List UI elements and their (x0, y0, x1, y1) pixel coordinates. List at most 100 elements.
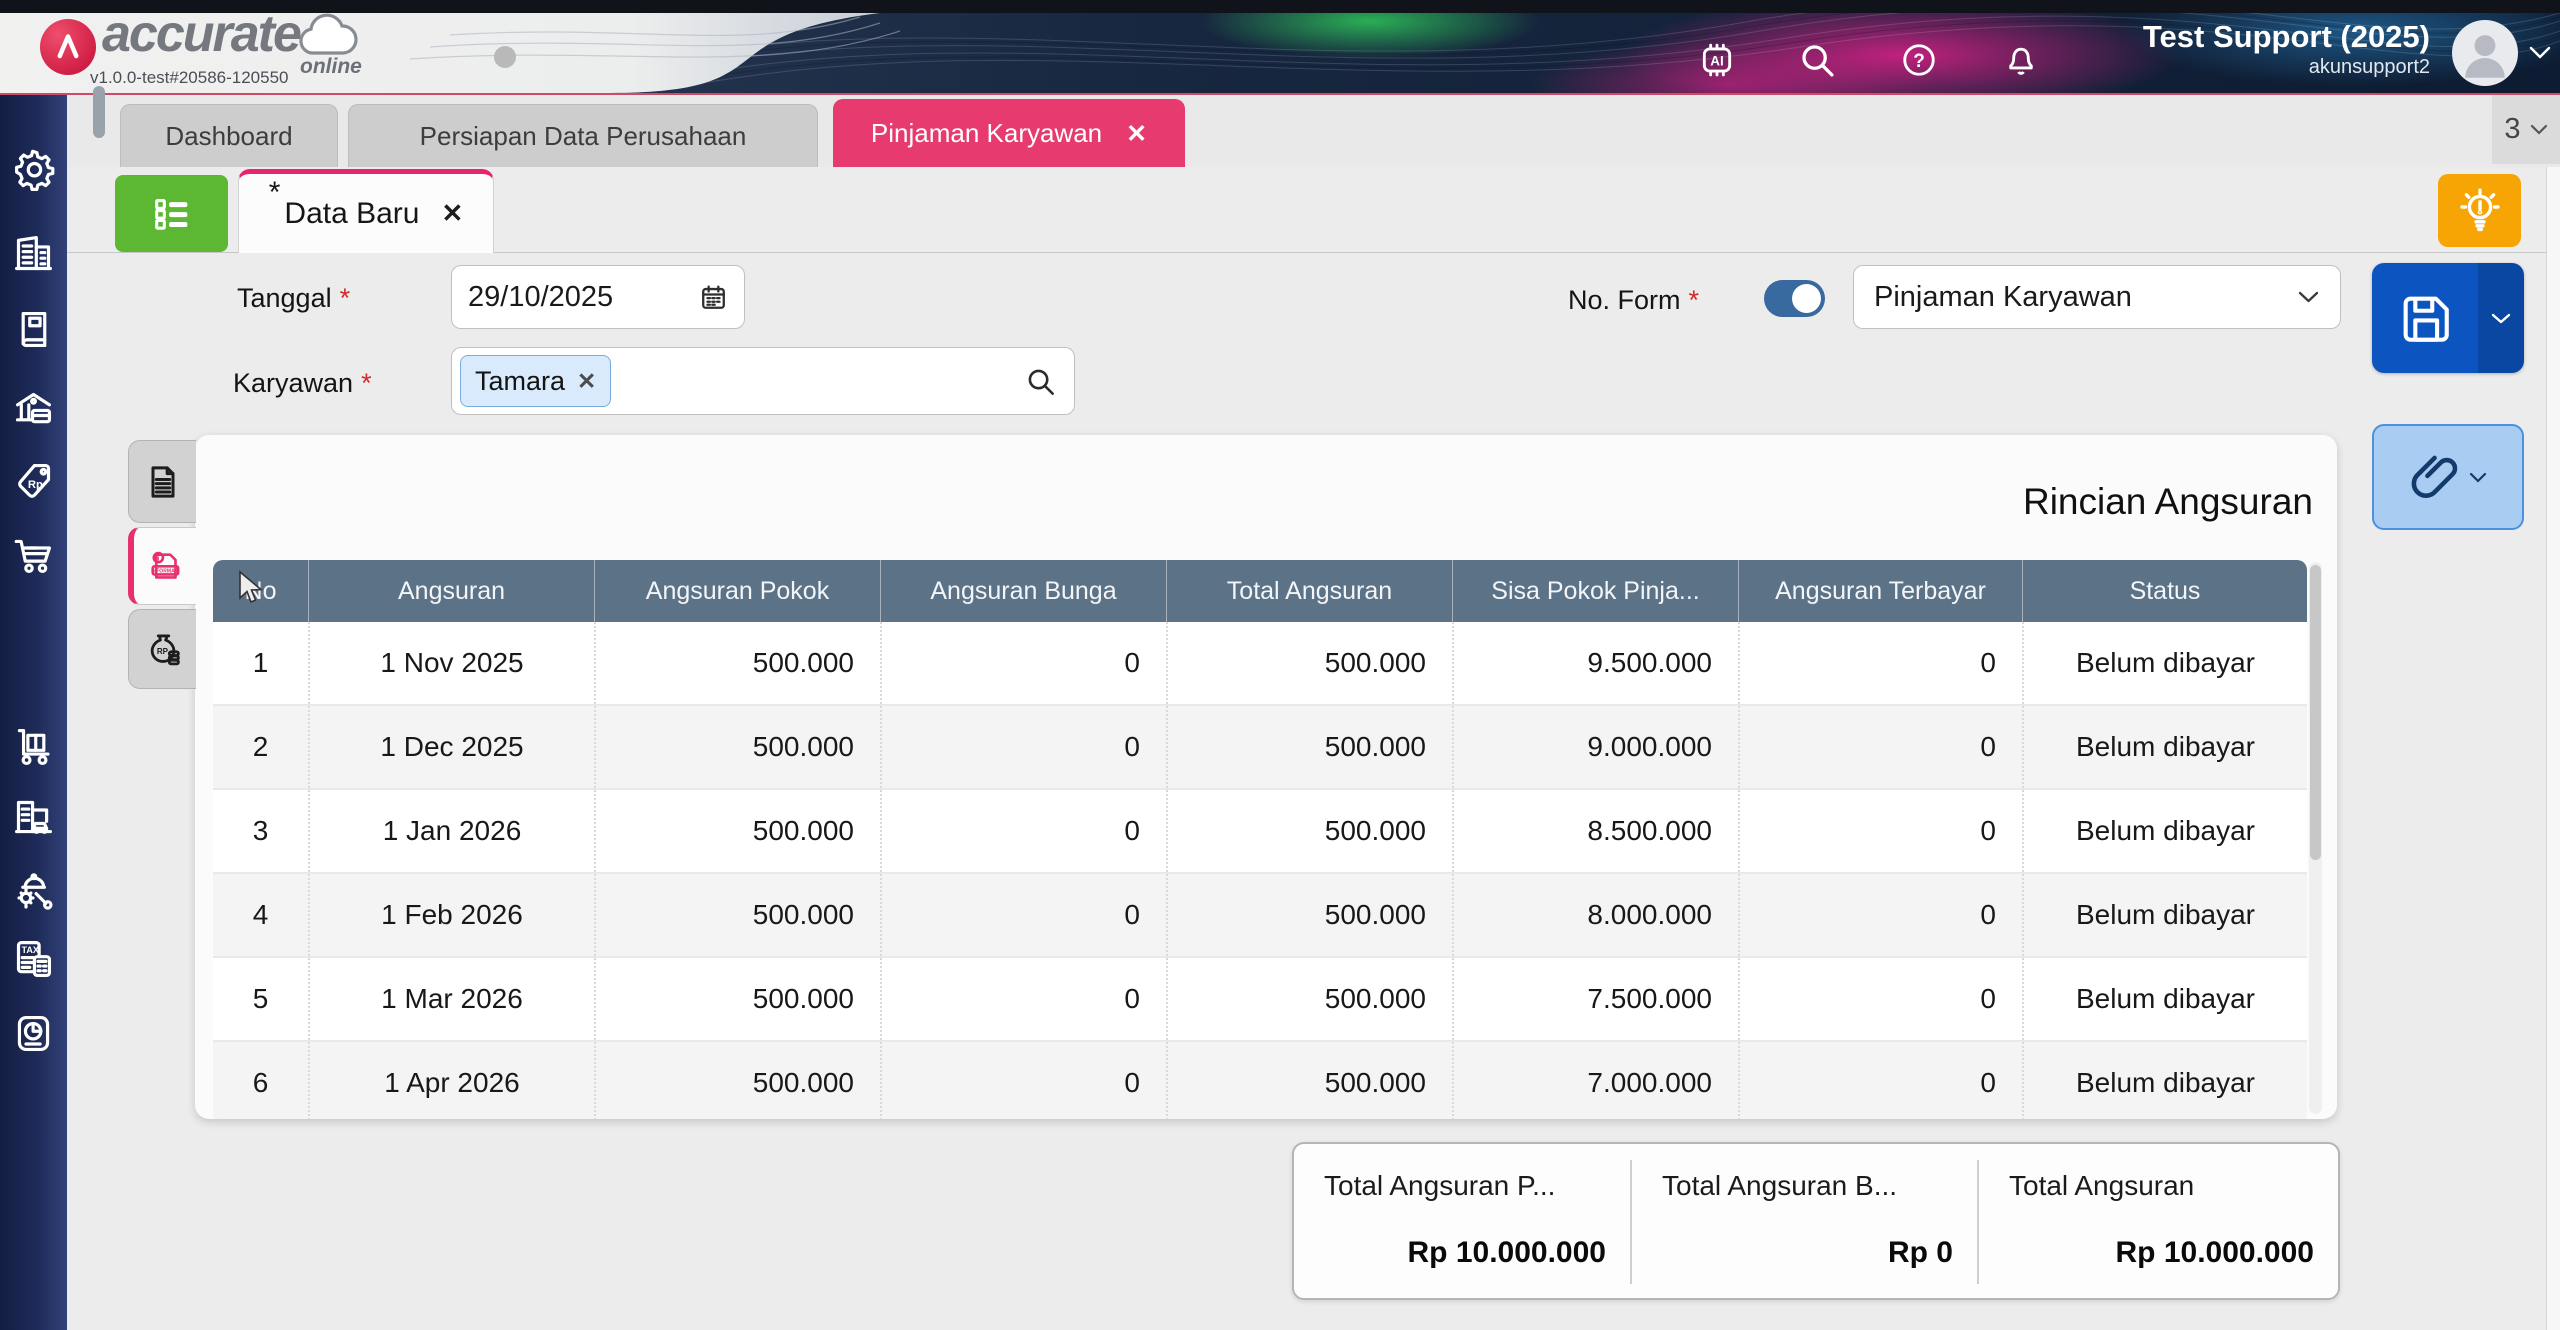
summary-value: Rp 0 (1888, 1236, 1953, 1270)
side-tab-informasi[interactable]: INFORMASI i (128, 527, 196, 605)
table-row[interactable]: 5 1 Mar 2026 500.000 0 500.000 7.500.000… (213, 958, 2307, 1042)
cell-angsuran-terbayar: 0 (1738, 706, 2022, 788)
attachment-button[interactable] (2372, 424, 2524, 530)
unsaved-marker: * (269, 176, 281, 210)
avatar[interactable] (2452, 20, 2518, 86)
cell-status: Belum dibayar (2022, 790, 2307, 872)
tanggal-value: 29/10/2025 (468, 281, 613, 314)
cell-angsuran-bunga: 0 (880, 958, 1166, 1040)
summary-label: Total Angsuran B... (1662, 1170, 1897, 1202)
user-menu[interactable]: Test Support (2025) akunsupport2 (2143, 19, 2430, 79)
tab-dashboard[interactable]: Dashboard (120, 104, 338, 167)
column-header-angsuran-terbayar[interactable]: Angsuran Terbayar (1738, 560, 2022, 622)
panel-title: Rincian Angsuran (2023, 481, 2313, 523)
toggle-knob (1792, 284, 1821, 313)
table-scrollbar[interactable] (2309, 562, 2322, 1114)
tab-data-baru[interactable]: * Data Baru ✕ (238, 169, 494, 253)
app-header: accurate online v1.0.0-test#20586-120550… (0, 13, 2560, 93)
ai-assistant-icon[interactable]: AI (1698, 41, 1736, 79)
document-tab-strip: * Data Baru ✕ (67, 167, 2560, 253)
tab-pinjaman-karyawan[interactable]: Pinjaman Karyawan ✕ (833, 99, 1185, 167)
tab-label: Data Baru (284, 197, 419, 231)
karyawan-chip[interactable]: Tamara ✕ (460, 355, 611, 407)
sidebar-item-company-icon[interactable] (11, 231, 56, 276)
tab-overflow-counter[interactable]: 3 (2492, 95, 2560, 164)
cell-no: 3 (213, 790, 308, 872)
save-main-button[interactable] (2372, 263, 2478, 373)
summary-label: Total Angsuran P... (1324, 1170, 1555, 1202)
table-row[interactable]: 4 1 Feb 2026 500.000 0 500.000 8.000.000… (213, 874, 2307, 958)
sidebar-item-inventory-handtruck-icon[interactable] (11, 725, 56, 770)
cell-no: 4 (213, 874, 308, 956)
cell-total-angsuran: 500.000 (1166, 958, 1452, 1040)
sidebar-item-fixed-assets-icon[interactable] (11, 795, 56, 840)
sidebar-item-cash-bank-icon[interactable] (11, 387, 56, 432)
notifications-icon[interactable] (2002, 41, 2040, 79)
save-floppy-icon (2396, 289, 2454, 347)
close-icon[interactable]: ✕ (1126, 119, 1147, 149)
cell-angsuran-terbayar: 0 (1738, 622, 2022, 704)
side-tab-catatan[interactable] (128, 440, 196, 523)
cell-total-angsuran: 500.000 (1166, 706, 1452, 788)
scroll-indicator[interactable] (93, 86, 105, 138)
column-header-status[interactable]: Status (2022, 560, 2307, 622)
rincian-angsuran-panel: Rincian Angsuran No Angsuran Angsuran Po… (195, 435, 2337, 1119)
tanggal-label: Tanggal* (237, 283, 350, 314)
cell-angsuran-bunga: 0 (880, 706, 1166, 788)
list-view-button[interactable] (115, 175, 228, 252)
search-icon[interactable] (1798, 41, 1836, 79)
chevron-down-icon[interactable] (2528, 45, 2552, 60)
table-row[interactable]: 1 1 Nov 2025 500.000 0 500.000 9.500.000… (213, 622, 2307, 706)
sidebar-item-journal-book-icon[interactable] (11, 307, 56, 352)
sidebar: Rp TAX (0, 95, 67, 1330)
svg-text:INFORMASI: INFORMASI (151, 568, 180, 574)
column-header-angsuran-pokok[interactable]: Angsuran Pokok (594, 560, 880, 622)
accurate-logo-icon[interactable] (40, 19, 96, 75)
tanggal-input[interactable]: 29/10/2025 (451, 265, 745, 329)
cell-sisa-pokok: 8.000.000 (1452, 874, 1738, 956)
close-icon[interactable]: ✕ (441, 198, 463, 229)
remove-chip-icon[interactable]: ✕ (577, 368, 596, 395)
column-header-angsuran-bunga[interactable]: Angsuran Bunga (880, 560, 1166, 622)
scrollbar-thumb[interactable] (2310, 565, 2321, 860)
money-bag-rp-icon: RP (142, 628, 184, 670)
table-row[interactable]: 3 1 Jan 2026 500.000 0 500.000 8.500.000… (213, 790, 2307, 874)
column-header-total-angsuran[interactable]: Total Angsuran (1166, 560, 1452, 622)
form-type-select[interactable]: Pinjaman Karyawan (1853, 265, 2341, 329)
cell-angsuran-terbayar: 0 (1738, 1042, 2022, 1119)
cell-angsuran-pokok: 500.000 (594, 790, 880, 872)
column-header-sisa-pokok[interactable]: Sisa Pokok Pinja... (1452, 560, 1738, 622)
table-row[interactable]: 6 1 Apr 2026 500.000 0 500.000 7.000.000… (213, 1042, 2307, 1119)
tab-bar: Dashboard Persiapan Data Perusahaan Pinj… (67, 95, 2560, 167)
no-form-label: No. Form* (1568, 285, 1699, 316)
help-icon[interactable]: ? (1900, 41, 1938, 79)
svg-text:RP: RP (156, 647, 168, 656)
cell-status: Belum dibayar (2022, 706, 2307, 788)
tab-persiapan-data-perusahaan[interactable]: Persiapan Data Perusahaan (348, 104, 818, 167)
sidebar-item-manufacturing-icon[interactable] (11, 867, 56, 912)
chevron-down-icon (2469, 472, 2487, 483)
cell-angsuran: 1 Mar 2026 (308, 958, 594, 1040)
tips-button[interactable] (2438, 174, 2521, 247)
column-header-no[interactable]: No (213, 560, 308, 622)
side-tab-pembayaran[interactable]: RP (128, 609, 196, 689)
sidebar-item-sales-rp-tag-icon[interactable]: Rp (11, 459, 56, 504)
sidebar-item-settings-icon[interactable] (11, 147, 56, 192)
required-marker: * (340, 283, 351, 313)
sidebar-item-purchases-cart-icon[interactable] (11, 533, 56, 578)
app-version: v1.0.0-test#20586-120550 (90, 68, 289, 88)
search-icon[interactable] (1025, 366, 1056, 397)
sidebar-item-tax-icon[interactable]: TAX (11, 937, 56, 982)
no-form-toggle[interactable] (1764, 280, 1825, 317)
table-row[interactable]: 2 1 Dec 2025 500.000 0 500.000 9.000.000… (213, 706, 2307, 790)
user-name: Test Support (2025) (2143, 19, 2430, 55)
calendar-icon[interactable] (699, 283, 728, 312)
karyawan-input[interactable]: Tamara ✕ (451, 347, 1075, 415)
cell-sisa-pokok: 9.000.000 (1452, 706, 1738, 788)
tab-label: Pinjaman Karyawan (871, 118, 1102, 149)
save-button[interactable] (2372, 263, 2524, 373)
save-options-button[interactable] (2478, 263, 2524, 373)
sidebar-item-reports-icon[interactable] (11, 1011, 56, 1056)
page-scrollbar-track[interactable] (2546, 167, 2560, 1330)
column-header-angsuran[interactable]: Angsuran (308, 560, 594, 622)
